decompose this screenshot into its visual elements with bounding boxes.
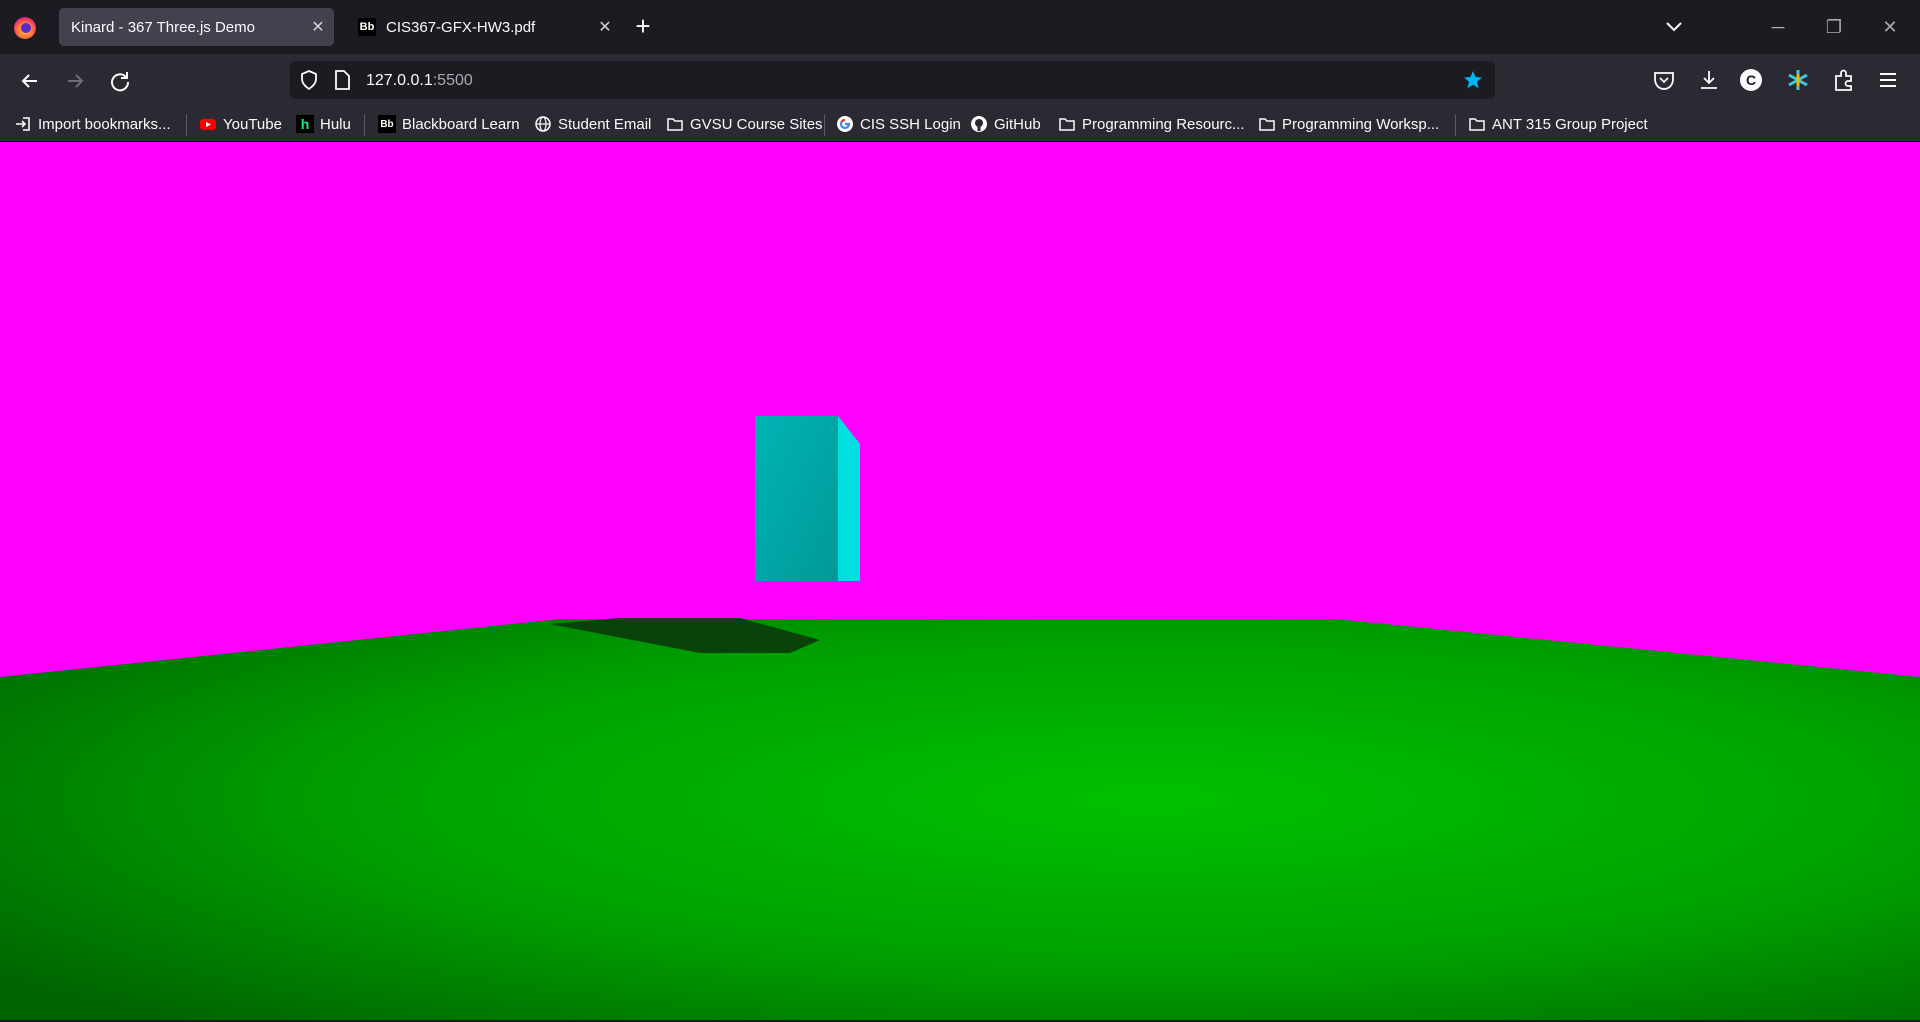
folder-icon <box>1469 118 1485 131</box>
bookmark-separator <box>364 114 365 136</box>
back-arrow-icon[interactable] <box>15 66 45 96</box>
blackboard-favicon-icon: Bb <box>358 18 376 36</box>
cube-side-face <box>838 416 860 581</box>
shield-icon[interactable] <box>298 69 320 91</box>
url-text[interactable]: 127.0.0.1:5500 <box>366 72 473 90</box>
url-port: :5500 <box>432 72 473 89</box>
bookmark-label: Student Email <box>558 115 652 133</box>
bookmark-student-email[interactable]: Student Email <box>534 112 651 136</box>
bookmark-import[interactable]: Import bookmarks... <box>14 112 171 136</box>
bookmark-separator <box>186 114 187 136</box>
bookmark-github[interactable]: GitHub <box>970 112 1041 136</box>
bookmark-label: Programming Worksp... <box>1282 115 1440 133</box>
firefox-logo-icon[interactable] <box>12 14 38 40</box>
bookmark-star-icon[interactable] <box>1462 69 1484 91</box>
bookmarks-toolbar: Import bookmarks... YouTube h Hulu Bb Bl… <box>0 106 1920 142</box>
bookmark-cis-ssh-login[interactable]: CIS SSH Login <box>836 112 961 136</box>
bookmark-youtube[interactable]: YouTube <box>199 112 282 136</box>
new-tab-plus-icon[interactable]: + <box>628 12 658 42</box>
list-all-tabs-chevron-icon[interactable] <box>1660 14 1688 40</box>
globe-icon <box>535 116 551 132</box>
scene-render <box>0 416 1920 1020</box>
reload-icon[interactable] <box>105 66 135 96</box>
url-host: 127.0.0.1 <box>366 72 433 89</box>
pocket-icon[interactable] <box>1650 66 1678 94</box>
extension-asterisk-icon[interactable] <box>1784 66 1812 94</box>
hulu-icon: h <box>296 115 314 133</box>
close-window-icon[interactable]: ✕ <box>1870 12 1910 42</box>
bookmark-label: ANT 315 Group Project <box>1492 115 1648 133</box>
hamburger-menu-icon[interactable] <box>1874 66 1902 94</box>
blackboard-icon: Bb <box>378 115 396 133</box>
bookmark-label: GVSU Course Sites <box>690 115 823 133</box>
close-tab-icon[interactable]: ✕ <box>302 17 334 37</box>
extensions-puzzle-icon[interactable] <box>1830 66 1858 94</box>
bookmark-label: Import bookmarks... <box>38 115 171 133</box>
import-icon <box>16 117 30 131</box>
restore-icon[interactable]: ❐ <box>1814 12 1854 42</box>
minimize-icon[interactable]: ─ <box>1758 12 1798 42</box>
bookmark-label: YouTube <box>223 115 282 133</box>
ground-plane <box>0 619 1920 1020</box>
youtube-icon <box>200 119 216 130</box>
page-icon[interactable] <box>332 69 352 91</box>
tab-title: Kinard - 367 Three.js Demo <box>71 18 255 36</box>
forward-arrow-icon[interactable] <box>60 66 90 96</box>
bookmark-label: CIS SSH Login <box>860 115 961 133</box>
bookmark-separator <box>1455 114 1456 136</box>
close-tab-icon[interactable]: ✕ <box>589 17 621 37</box>
bookmark-hulu[interactable]: h Hulu <box>296 112 351 136</box>
bookmark-label: Hulu <box>320 115 351 133</box>
bookmark-label: Blackboard Learn <box>402 115 520 133</box>
tab-kinard-demo[interactable]: Kinard - 367 Three.js Demo ✕ <box>59 8 334 46</box>
bookmark-label: GitHub <box>994 115 1041 133</box>
extension-c-icon[interactable]: C <box>1740 69 1762 91</box>
tab-title: CIS367-GFX-HW3.pdf <box>386 18 536 36</box>
bookmark-ant-315[interactable]: ANT 315 Group Project <box>1468 112 1648 136</box>
tab-hw3-pdf[interactable]: Bb CIS367-GFX-HW3.pdf ✕ <box>346 8 621 46</box>
bookmark-gvsu-course-sites[interactable]: GVSU Course Sites <box>666 112 823 136</box>
bookmark-programming-workspaces[interactable]: Programming Worksp... <box>1258 112 1439 136</box>
bookmark-programming-resources[interactable]: Programming Resourc... <box>1058 112 1245 136</box>
github-icon <box>971 116 987 132</box>
cube-front-face <box>755 416 838 581</box>
folder-icon <box>1259 118 1275 131</box>
bookmark-label: Programming Resourc... <box>1082 115 1245 133</box>
bookmark-separator <box>824 114 825 136</box>
navigation-toolbar: 127.0.0.1:5500 C <box>0 54 1920 106</box>
tab-strip: Kinard - 367 Three.js Demo ✕ Bb CIS367-G… <box>0 0 1920 54</box>
folder-icon <box>1059 118 1075 131</box>
downloads-icon[interactable] <box>1695 66 1723 94</box>
folder-icon <box>667 118 683 131</box>
google-icon <box>837 116 853 132</box>
threejs-canvas[interactable] <box>0 142 1920 1020</box>
address-bar[interactable]: 127.0.0.1:5500 <box>290 61 1495 99</box>
bookmark-blackboard[interactable]: Bb Blackboard Learn <box>378 112 520 136</box>
